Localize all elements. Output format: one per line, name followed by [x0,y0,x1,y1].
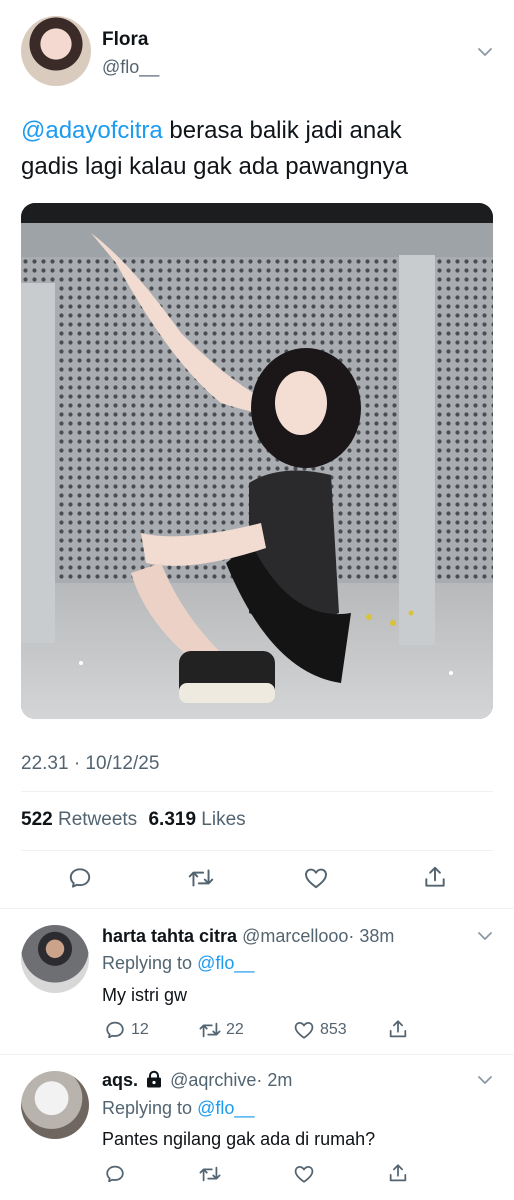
replying-to-handle[interactable]: @flo__ [197,1098,254,1118]
reply-author-handle[interactable]: @aqrchive [170,1070,256,1090]
divider [21,850,493,851]
retweets-count: 522 [21,809,53,830]
like-count: 853 [320,1021,347,1038]
reply-time[interactable]: · 38m [348,926,394,946]
replying-to-label: Replying to [102,1098,193,1118]
divider [21,791,493,792]
reply-time[interactable]: · 2m [256,1070,292,1090]
reply-avatar[interactable] [21,1071,89,1139]
reply-header: aqs. @aqrchive· 2m [102,1070,292,1091]
stats-row: 522 Retweets 6.319 Likes [21,809,246,831]
tweet-text-line2: gadis lagi kalau gak ada pawangnya [21,153,408,180]
replying-to: Replying to @flo__ [102,1098,254,1119]
retweet-icon[interactable] [198,1163,222,1185]
retweet-icon[interactable] [187,865,215,891]
chevron-down-icon[interactable] [477,1072,493,1088]
reply-text: My istri gw [102,985,187,1005]
reply-count: 12 [131,1021,149,1038]
likes-label: Likes [201,809,246,830]
reply-icon[interactable] [67,865,93,891]
retweet-count: 22 [226,1021,244,1038]
tweet-timestamp[interactable]: 22.31 · 10/12/25 [21,753,159,775]
replying-to-label: Replying to [102,953,193,973]
tweet-text: @adayofcitra berasa balik jadi anak gadi… [21,113,501,185]
reply-header: harta tahta citra @marcellooo· 38m [102,926,394,947]
reply-author-handle[interactable]: @marcellooo [242,926,348,946]
retweet-icon[interactable] [198,1019,222,1041]
divider [0,908,514,909]
divider [0,1054,514,1055]
reply-text: Pantes ngilang gak ada di rumah? [102,1129,376,1149]
reply-author-name[interactable]: harta tahta citra [102,926,237,946]
tweet-photo[interactable] [21,203,493,719]
photo-illustration [21,203,493,719]
share-icon[interactable] [387,1162,409,1184]
likes-count: 6.319 [148,809,197,830]
reply-icon[interactable] [104,1019,126,1041]
author-avatar[interactable] [21,16,91,86]
retweets-label: Retweets [57,809,138,830]
chevron-down-icon[interactable] [477,44,493,60]
author-name[interactable]: Flora [102,29,148,51]
share-icon[interactable] [387,1018,409,1040]
likes-stat[interactable]: 6.319 Likes [148,809,245,830]
like-icon[interactable] [293,1163,315,1185]
replying-to: Replying to @flo__ [102,953,254,974]
retweets-stat[interactable]: 522 Retweets [21,809,142,830]
reply-author-name[interactable]: aqs. [102,1070,138,1090]
mention-link[interactable]: @adayofcitra [21,117,163,144]
lock-icon [145,1070,163,1088]
chevron-down-icon[interactable] [477,928,493,944]
tweet-text-line1: berasa balik jadi anak [162,117,402,144]
share-icon[interactable] [422,864,448,890]
replying-to-handle[interactable]: @flo__ [197,953,254,973]
like-icon[interactable] [293,1019,315,1041]
author-handle[interactable]: @flo__ [102,57,159,78]
like-icon[interactable] [303,865,329,891]
reply-icon[interactable] [104,1163,126,1185]
reply-avatar[interactable] [21,925,89,993]
